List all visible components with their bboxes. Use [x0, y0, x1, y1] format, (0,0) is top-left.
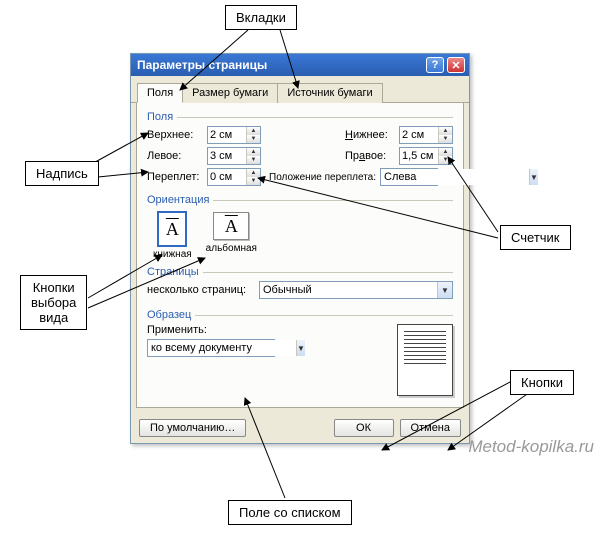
dialog-title: Параметры страницы — [137, 58, 423, 72]
portrait-icon: A — [158, 212, 186, 246]
spin-up-icon[interactable]: ▲ — [439, 127, 452, 135]
spin-down-icon[interactable]: ▼ — [439, 135, 452, 143]
orientation-portrait-label: книжная — [153, 249, 192, 260]
tab-strip: Поля Размер бумаги Источник бумаги — [131, 76, 469, 103]
spin-bottom-input[interactable] — [400, 127, 438, 143]
callout-combo: Поле со списком — [228, 500, 352, 525]
help-button[interactable]: ? — [426, 57, 444, 73]
spin-right[interactable]: ▲▼ — [399, 147, 453, 165]
spin-top[interactable]: ▲▼ — [207, 126, 261, 144]
spin-down-icon[interactable]: ▼ — [247, 177, 260, 185]
titlebar[interactable]: Параметры страницы ? ✕ — [131, 54, 469, 76]
spin-up-icon[interactable]: ▲ — [247, 127, 260, 135]
callout-radio: Кнопки выбора вида — [20, 275, 87, 330]
label-right: Правое: — [345, 150, 395, 162]
callout-tabs: Вкладки — [225, 5, 297, 30]
label-left: Левое: — [147, 150, 203, 162]
cancel-button[interactable]: Отмена — [400, 419, 461, 437]
default-button[interactable]: По умолчанию… — [139, 419, 246, 437]
spin-down-icon[interactable]: ▼ — [247, 156, 260, 164]
orientation-landscape-label: альбомная — [206, 243, 257, 254]
chevron-down-icon[interactable]: ▼ — [437, 282, 452, 298]
ok-button[interactable]: ОК — [334, 419, 394, 437]
label-top: Верхнее: — [147, 129, 203, 141]
label-apply-to: Применить: — [147, 324, 275, 336]
tab-paper-source[interactable]: Источник бумаги — [277, 83, 382, 103]
spin-down-icon[interactable]: ▼ — [247, 135, 260, 143]
chevron-down-icon[interactable]: ▼ — [529, 169, 538, 185]
label-gutter: Переплет: — [147, 171, 203, 183]
spin-gutter-input[interactable] — [208, 169, 246, 185]
spin-bottom[interactable]: ▲▼ — [399, 126, 453, 144]
group-preview: Образец — [147, 309, 453, 321]
group-orientation: Ориентация — [147, 194, 453, 206]
landscape-icon: A — [213, 212, 249, 240]
chevron-down-icon[interactable]: ▼ — [296, 340, 305, 356]
spin-left[interactable]: ▲▼ — [207, 147, 261, 165]
spin-top-input[interactable] — [208, 127, 246, 143]
page-preview — [397, 324, 453, 396]
label-multipage: несколько страниц: — [147, 284, 255, 296]
label-bottom: Нижнее: — [345, 129, 395, 141]
group-margins: Поля — [147, 111, 453, 123]
tab-margins[interactable]: Поля — [137, 83, 183, 103]
callout-label: Надпись — [25, 161, 99, 186]
orientation-landscape[interactable]: A альбомная — [206, 212, 257, 260]
dialog-buttons: По умолчанию… ОК Отмена — [131, 413, 469, 443]
label-gutter-pos: Положение переплета: — [269, 172, 376, 183]
spin-right-input[interactable] — [400, 148, 438, 164]
tab-content: Поля Верхнее: ▲▼ Нижнее: ▲▼ Левое: ▲▼ Пр… — [136, 103, 464, 408]
spin-left-input[interactable] — [208, 148, 246, 164]
spin-up-icon[interactable]: ▲ — [439, 148, 452, 156]
orientation-portrait[interactable]: A книжная — [153, 212, 192, 260]
dropdown-apply-to[interactable]: ▼ — [147, 339, 275, 357]
dropdown-multipage-input[interactable] — [260, 282, 437, 298]
spin-gutter[interactable]: ▲▼ — [207, 168, 261, 186]
close-button[interactable]: ✕ — [447, 57, 465, 73]
callout-buttons: Кнопки — [510, 370, 574, 395]
page-setup-dialog: Параметры страницы ? ✕ Поля Размер бумаг… — [130, 53, 470, 444]
tab-paper-size[interactable]: Размер бумаги — [182, 83, 278, 103]
spin-up-icon[interactable]: ▲ — [247, 169, 260, 177]
dropdown-gutter-pos-input[interactable] — [381, 169, 529, 185]
dropdown-gutter-pos[interactable]: ▼ — [380, 168, 438, 186]
watermark: Metod-kopilka.ru — [468, 437, 594, 457]
dropdown-multipage[interactable]: ▼ — [259, 281, 453, 299]
callout-spinner: Счетчик — [500, 225, 571, 250]
spin-down-icon[interactable]: ▼ — [439, 156, 452, 164]
group-pages: Страницы — [147, 266, 453, 278]
dropdown-apply-to-input[interactable] — [148, 340, 296, 356]
spin-up-icon[interactable]: ▲ — [247, 148, 260, 156]
